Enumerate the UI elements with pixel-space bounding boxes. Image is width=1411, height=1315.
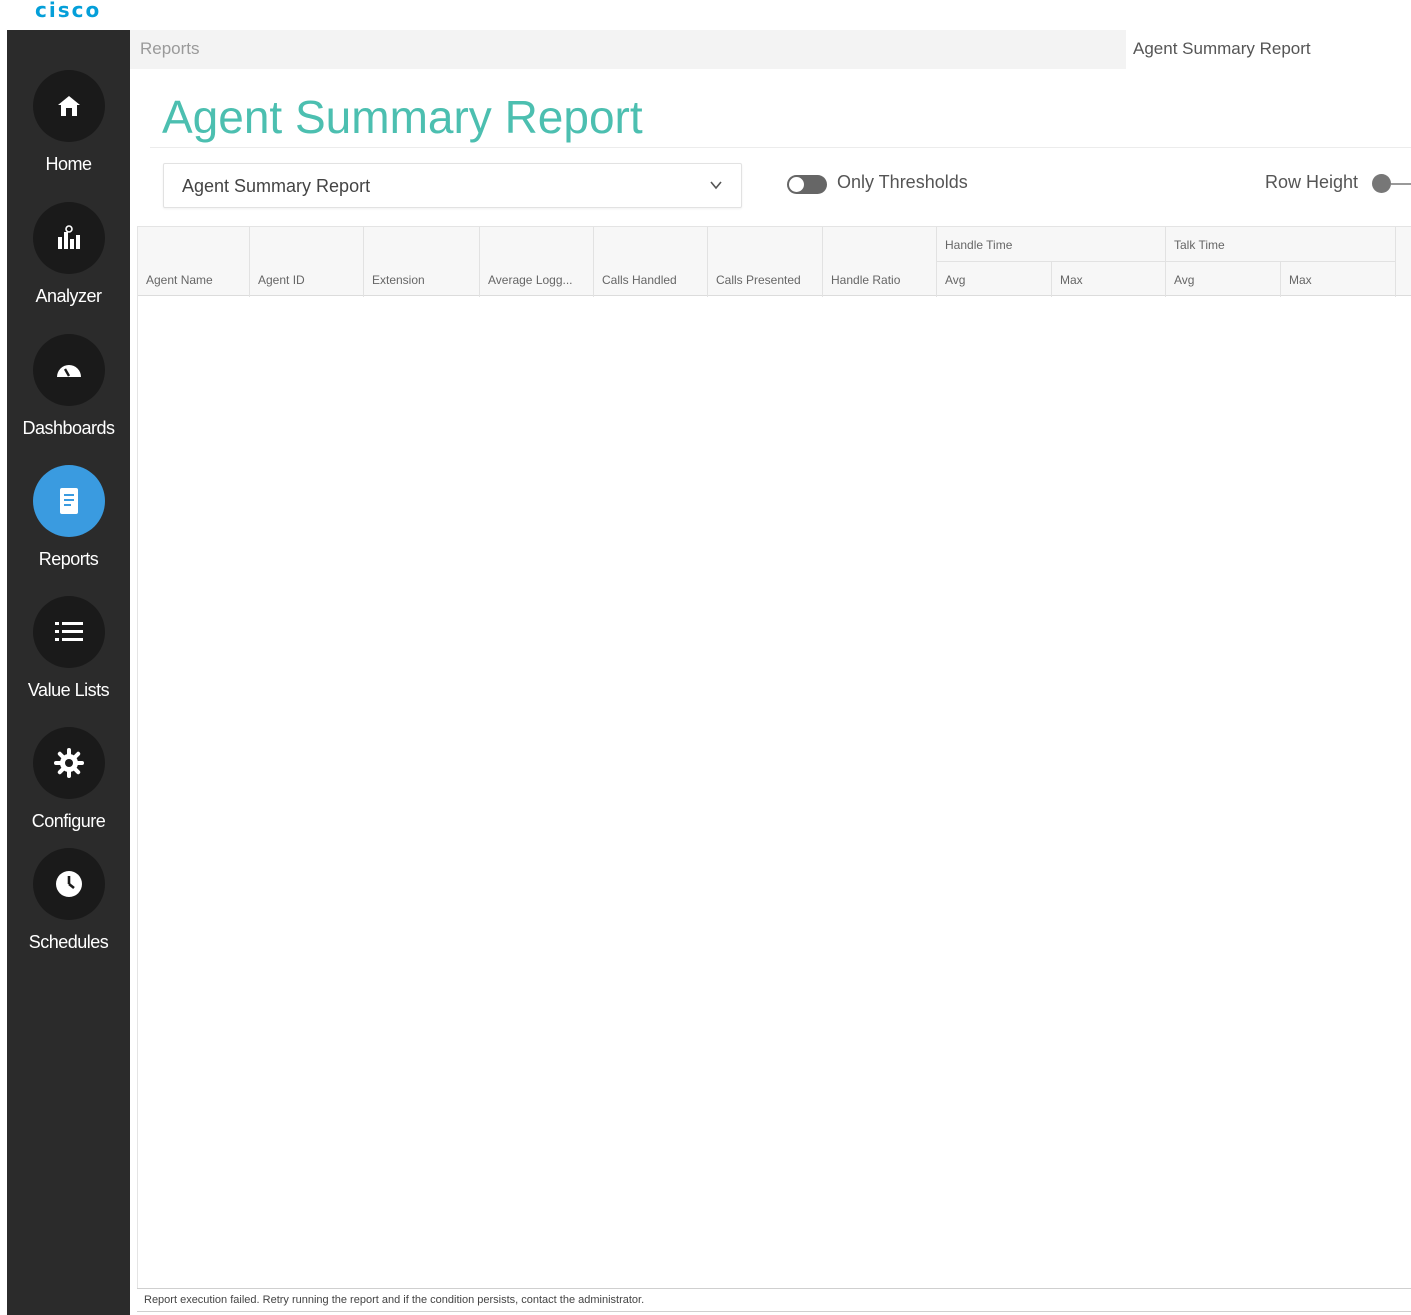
- document-icon-circle: [32, 465, 105, 537]
- column-header-agent-name[interactable]: Agent Name: [138, 227, 250, 297]
- sidebar-item-label: Home: [45, 154, 92, 174]
- row-height-slider-handle[interactable]: [1372, 174, 1391, 193]
- analyzer-icon-circle: [32, 202, 105, 274]
- home-icon-circle: [32, 70, 105, 142]
- column-header-average-logged[interactable]: Average Logg...: [480, 227, 594, 297]
- row-height-slider-track[interactable]: [1391, 183, 1411, 185]
- sidebar-item-schedules[interactable]: Schedules: [7, 848, 130, 953]
- sidebar-item-value-lists[interactable]: Value Lists: [7, 596, 130, 701]
- column-group-talk-time: Talk Time: [1166, 227, 1396, 262]
- sidebar-item-label: Value Lists: [27, 680, 110, 700]
- gear-icon-circle: [32, 727, 105, 799]
- sidebar-item-label: Analyzer: [35, 286, 102, 306]
- sidebar-item-label: Schedules: [28, 932, 109, 952]
- column-header-extension[interactable]: Extension: [364, 227, 480, 297]
- report-select-dropdown[interactable]: Agent Summary Report: [163, 163, 742, 208]
- analyzer-icon: [57, 225, 80, 249]
- report-grid: Agent Name Agent ID Extension Average Lo…: [137, 226, 1411, 1288]
- sidebar-item-configure[interactable]: Configure: [7, 727, 130, 832]
- column-group-handle-time: Handle Time: [937, 227, 1166, 262]
- toggle-knob: [789, 177, 804, 192]
- top-bar: cisco: [0, 0, 1411, 30]
- list-icon-circle: [32, 596, 105, 668]
- status-bar: Report execution failed. Retry running t…: [137, 1288, 1411, 1312]
- tab-label: Agent Summary Report: [1133, 39, 1311, 58]
- column-header-talk-time-avg[interactable]: Avg: [1166, 262, 1281, 297]
- chevron-down-icon: [710, 181, 722, 190]
- gauge-icon: [56, 365, 81, 377]
- only-thresholds-label: Only Thresholds: [837, 172, 968, 192]
- column-header-handle-ratio[interactable]: Handle Ratio: [823, 227, 937, 297]
- breadcrumb: Reports Agent Summary Report: [130, 30, 1411, 69]
- sidebar-item-dashboards[interactable]: Dashboards: [7, 334, 130, 439]
- sidebar-item-reports[interactable]: Reports: [7, 465, 130, 570]
- sidebar: Home Analyzer Dashboards Reports Value L…: [7, 30, 130, 1315]
- column-header-handle-time-avg[interactable]: Avg: [937, 262, 1052, 297]
- column-header-calls-presented[interactable]: Calls Presented: [708, 227, 823, 297]
- sidebar-item-analyzer[interactable]: Analyzer: [7, 202, 130, 307]
- clock-icon-circle: [32, 848, 105, 920]
- tab-agent-summary-report[interactable]: Agent Summary Report: [1126, 30, 1411, 69]
- home-icon: [57, 96, 80, 116]
- only-thresholds-toggle[interactable]: [787, 175, 827, 194]
- sidebar-item-label: Reports: [38, 549, 99, 569]
- column-header-talk-time-max[interactable]: Max: [1281, 262, 1396, 297]
- gear-icon: [53, 748, 84, 778]
- grid-header: Agent Name Agent ID Extension Average Lo…: [138, 226, 1411, 297]
- document-icon: [59, 488, 78, 514]
- report-select-value: Agent Summary Report: [182, 176, 371, 196]
- title-divider: [150, 147, 1411, 148]
- sidebar-item-home[interactable]: Home: [7, 70, 130, 175]
- column-header-calls-handled[interactable]: Calls Handled: [594, 227, 708, 297]
- row-height-label: Row Height: [1265, 172, 1359, 192]
- column-header-handle-time-max[interactable]: Max: [1052, 262, 1166, 297]
- gauge-icon-circle: [32, 334, 105, 406]
- page-title: Agent Summary Report: [162, 91, 643, 143]
- status-message: Report execution failed. Retry running t…: [144, 1294, 645, 1306]
- clock-icon: [55, 871, 82, 897]
- sidebar-item-label: Dashboards: [22, 418, 115, 438]
- column-header-agent-id[interactable]: Agent ID: [250, 227, 364, 297]
- cisco-logo: cisco: [35, 0, 102, 22]
- sidebar-item-label: Configure: [31, 811, 106, 831]
- list-icon: [54, 622, 83, 641]
- breadcrumb-root[interactable]: Reports: [140, 39, 200, 59]
